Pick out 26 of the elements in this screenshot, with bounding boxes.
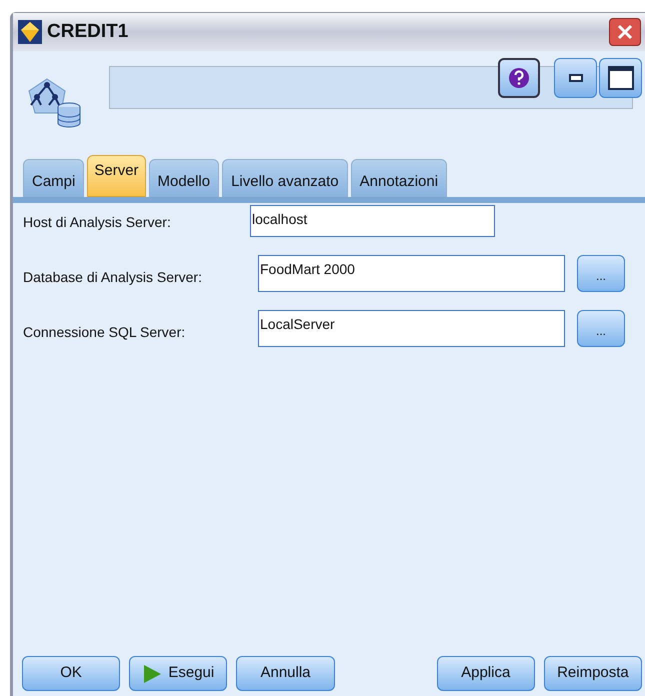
tab[interactable]: Annotazioni: [350, 159, 448, 197]
close-icon: [616, 23, 634, 41]
minimize-button[interactable]: [554, 58, 597, 98]
help-button[interactable]: [498, 58, 540, 98]
run-button[interactable]: Esegui: [129, 656, 228, 691]
text-field[interactable]: FoodMart 2000: [258, 254, 565, 292]
field-label: Database di Analysis Server:: [23, 268, 203, 287]
tab[interactable]: Livello avanzato: [222, 159, 348, 197]
browse-button[interactable]: ...: [577, 310, 625, 346]
maximize-button[interactable]: [599, 58, 642, 98]
text-field[interactable]: LocalServer: [258, 310, 565, 346]
field-label: Connessione SQL Server:: [23, 322, 186, 342]
play-icon: [142, 664, 162, 684]
tab[interactable]: Server: [87, 155, 146, 197]
text-field[interactable]: localhost: [250, 205, 495, 237]
tab[interactable]: Campi: [23, 159, 84, 197]
dialog-button[interactable]: Applica: [436, 656, 535, 691]
dialog-button[interactable]: Annulla: [236, 656, 335, 691]
browse-button[interactable]: ...: [577, 254, 625, 292]
field-label: Host di Analysis Server:: [23, 213, 172, 232]
window-title: CREDIT1: [47, 20, 128, 44]
close-button[interactable]: [609, 18, 641, 46]
dialog-button[interactable]: Reimposta: [544, 656, 642, 691]
tab[interactable]: Modello: [148, 159, 220, 197]
dialog-button[interactable]: OK: [22, 656, 120, 691]
help-icon: [508, 67, 530, 89]
